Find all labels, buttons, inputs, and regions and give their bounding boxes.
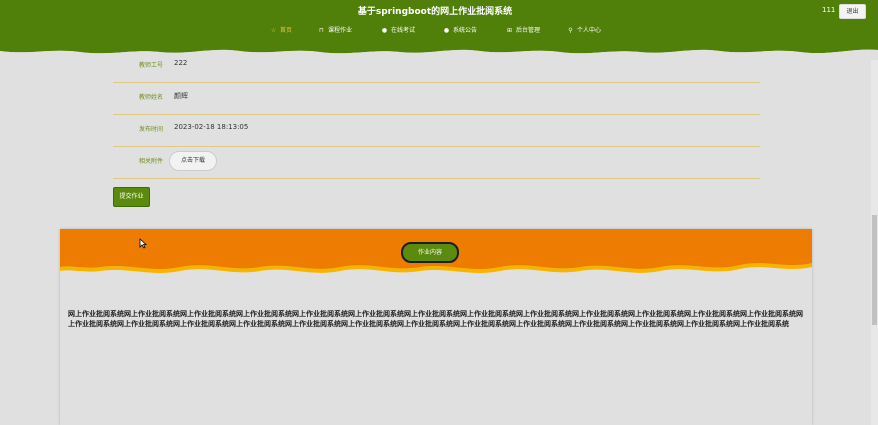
publish-time-label: 发布时间 xyxy=(139,126,164,133)
main-nav: ☆ 首页 ⊓ 课程作业 ● 在线考试 ● 系统公告 ⊞ 后台管理 ⚲ 个人中心 xyxy=(0,26,878,36)
nav-item-admin[interactable]: ⊞ 后台管理 xyxy=(506,26,540,36)
publish-time-value: 2023-02-18 18:13:05 xyxy=(174,123,249,131)
logout-button[interactable]: 退出 xyxy=(839,4,866,19)
nav-item-label: 个人中心 xyxy=(577,27,602,34)
homework-content-text: 网上作业批阅系统网上作业批阅系统网上作业批阅系统网上作业批阅系统网上作业批阅系统… xyxy=(68,310,803,328)
nav-item-label: 课程作业 xyxy=(328,27,353,34)
scrollbar-thumb[interactable] xyxy=(872,215,877,325)
attachment-row: 相关附件 点击下载 xyxy=(113,146,760,179)
bag-icon: ⊓ xyxy=(319,27,324,34)
teacher-id-label: 教师工号 xyxy=(139,62,164,69)
attachment-label: 相关附件 xyxy=(139,158,164,165)
teacher-name-label: 教师姓名 xyxy=(139,94,164,101)
mouse-cursor-icon xyxy=(139,238,147,249)
tab-homework-content[interactable]: 作业内容 xyxy=(401,242,459,263)
teacher-name-value: 颜辉 xyxy=(174,92,188,100)
nav-item-label: 在线考试 xyxy=(391,27,416,34)
nav-item-home[interactable]: ☆ 首页 xyxy=(270,26,292,36)
nav-item-course-homework[interactable]: ⊓ 课程作业 xyxy=(318,26,352,36)
gift-icon: ⊞ xyxy=(506,27,513,34)
download-button[interactable]: 点击下载 xyxy=(169,151,217,171)
teacher-name-row: 教师姓名 颜辉 xyxy=(113,82,760,115)
current-user-name: 111 xyxy=(822,6,836,14)
publish-time-row: 发布时间 2023-02-18 18:13:05 xyxy=(113,114,760,147)
star-icon: ☆ xyxy=(270,27,277,34)
nav-item-profile[interactable]: ⚲ 个人中心 xyxy=(567,26,601,36)
teacher-id-value: 222 xyxy=(174,59,188,67)
nav-item-label: 后台管理 xyxy=(516,27,541,34)
site-title: 基于springboot的网上作业批阅系统 xyxy=(357,7,513,17)
user-icon: ⚲ xyxy=(568,27,573,34)
info-circle-icon: ● xyxy=(443,27,450,34)
homework-content-panel: 作业内容 网上作业批阅系统网上作业批阅系统网上作业批阅系统网上作业批阅系统网上作… xyxy=(60,229,812,425)
nav-item-online-exam[interactable]: ● 在线考试 xyxy=(381,26,415,36)
info-circle-icon: ● xyxy=(381,27,388,34)
page-scrollbar[interactable] xyxy=(871,60,878,425)
nav-item-label: 系统公告 xyxy=(453,27,478,34)
submit-homework-button[interactable]: 提交作业 xyxy=(113,187,150,207)
nav-item-label: 首页 xyxy=(280,27,293,34)
teacher-id-row: 教师工号 222 xyxy=(113,50,760,83)
nav-item-announcements[interactable]: ● 系统公告 xyxy=(443,26,477,36)
